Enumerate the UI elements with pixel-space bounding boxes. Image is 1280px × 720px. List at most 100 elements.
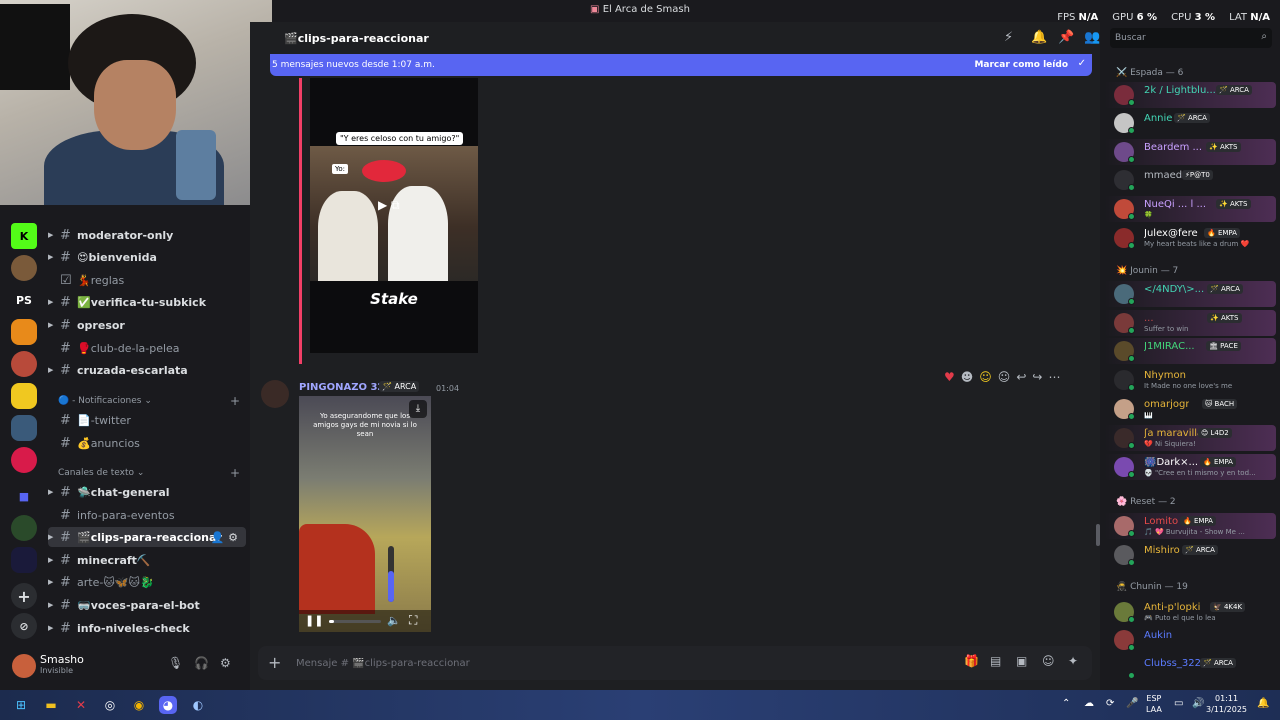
server-icon-7[interactable] xyxy=(11,415,37,441)
channel-arte[interactable]: ▶ # arte-🐱🦋🐱🐉 xyxy=(48,572,246,592)
member-item[interactable]: Julex@fere 🔥 EMPA My heart beats like a dr… xyxy=(1104,225,1276,251)
download-icon[interactable]: ⤓ xyxy=(409,400,427,418)
member-item[interactable]: Mishiro 🪄 ARCA xyxy=(1104,542,1276,568)
channel-clips-para-reaccionar[interactable]: ▶ # 🎬clips-para-reaccionar 👤 ⚙ xyxy=(48,527,246,547)
emoji-icon[interactable]: ☺ xyxy=(1042,654,1055,668)
gif-icon[interactable]: ▤ xyxy=(990,654,1001,668)
member-item[interactable]: Clubss_322 🪄 ARCA xyxy=(1104,655,1276,681)
pause-icon[interactable]: ❚❚ xyxy=(305,614,323,627)
chevron-up-icon[interactable]: ⌃ xyxy=(1062,698,1070,709)
new-messages-banner[interactable]: 5 mensajes nuevos desde 1:07 a.m. Marcar… xyxy=(270,54,1092,76)
file-explorer-icon[interactable]: ▬ xyxy=(42,696,60,714)
add-channel-icon[interactable]: + xyxy=(230,466,240,480)
server-icon-9[interactable] xyxy=(11,515,37,541)
clock[interactable]: 01:11 3/11/2025 xyxy=(1206,693,1247,715)
channel-club-de-la-pelea[interactable]: # 🥊club-de-la-pelea xyxy=(48,338,246,358)
windows-start-icon[interactable]: ⊞ xyxy=(12,696,30,714)
members-icon[interactable]: 👥 xyxy=(1084,30,1100,45)
heart-reaction-icon[interactable]: ♥ xyxy=(944,370,955,384)
video-attachment-2[interactable]: Yo asegurandome que los amigos gays de m… xyxy=(299,396,431,632)
channel-minecraft[interactable]: ▶ # minecraft⛏️ xyxy=(48,550,246,570)
forward-icon[interactable]: ↪ xyxy=(1032,370,1042,384)
speaker-icon[interactable]: 🔊 xyxy=(1192,698,1204,709)
volume-icon[interactable]: 🔈 xyxy=(387,614,401,627)
search-input[interactable] xyxy=(1115,31,1245,45)
member-item[interactable]: omarjogr 🐱 BACH 🎹 xyxy=(1104,396,1276,422)
more-icon[interactable]: ⋯ xyxy=(1048,370,1060,384)
invite-icon[interactable]: 👤 xyxy=(211,531,225,544)
member-item[interactable]: </4NDY\>... 🪄 ARCA xyxy=(1104,281,1276,307)
user-name[interactable]: Smasho xyxy=(40,653,84,666)
add-server-icon[interactable]: + xyxy=(11,583,37,609)
channel-cruzada-escarlata[interactable]: ▶ # cruzada-escarlata xyxy=(48,360,246,380)
pin-icon[interactable]: 📌 xyxy=(1058,30,1074,45)
mic-tray-icon[interactable]: 🎤 xyxy=(1126,698,1138,709)
message-input[interactable] xyxy=(296,654,896,672)
channel-info-niveles-check[interactable]: ▶ # info-niveles-check xyxy=(48,618,246,638)
channel-reglas[interactable]: ☑ 💃reglas xyxy=(48,270,246,290)
apps-icon[interactable]: ✦ xyxy=(1068,654,1078,668)
member-item[interactable]: Anti-p'lopki 🦅 4K4K 🎮 Puto el que lo lea xyxy=(1104,599,1276,625)
discover-icon[interactable]: ⊘ xyxy=(11,613,37,639)
member-item[interactable]: Lomito 🔥 EMPA 🎵 💖 Burvujita - Show Me ... xyxy=(1104,513,1276,539)
capcut-icon[interactable]: ✕ xyxy=(72,696,90,714)
github-icon[interactable]: ◎ xyxy=(101,696,119,714)
server-icon-10[interactable] xyxy=(11,547,37,573)
scrollbar[interactable] xyxy=(1096,524,1100,546)
channel-verifica[interactable]: ▶ # ✅verifica-tu-subkick xyxy=(48,292,246,312)
server-icon-6[interactable] xyxy=(11,383,37,409)
bell-icon[interactable]: 🔔 xyxy=(1031,30,1047,45)
server-icon-4[interactable] xyxy=(11,319,37,345)
steam-icon[interactable]: ◐ xyxy=(189,696,207,714)
reply-icon[interactable]: ↩ xyxy=(1016,370,1026,384)
avatar[interactable] xyxy=(12,654,36,678)
channel-moderator-only[interactable]: ▶ # moderator-only xyxy=(48,225,246,245)
add-reaction-icon[interactable]: ☺ xyxy=(998,370,1011,384)
gift-icon[interactable]: 🎁 xyxy=(964,654,979,668)
server-icon-2[interactable] xyxy=(11,255,37,281)
server-ps[interactable]: PS xyxy=(11,287,37,313)
volume-slider[interactable] xyxy=(388,546,394,602)
progress-bar[interactable] xyxy=(329,620,381,623)
category-canales-de-texto[interactable]: Canales de texto ⌄ + xyxy=(58,466,240,480)
channel-bienvenida[interactable]: ▶ # 😍bienvenida xyxy=(48,247,246,267)
server-kick[interactable]: K xyxy=(11,223,37,249)
channel-anuncios[interactable]: # 💰anuncios xyxy=(48,433,246,453)
fullscreen-icon[interactable]: ⛶ xyxy=(409,613,417,628)
folder-icon[interactable]: ■ xyxy=(11,483,37,509)
channel-twitter[interactable]: # 📄-twitter xyxy=(48,410,246,430)
headphones-icon[interactable]: 🎧 xyxy=(194,656,209,670)
member-item[interactable]: mmaed ⚡P@T0 xyxy=(1104,167,1276,193)
member-item[interactable]: Nhymon It Made no one love's me xyxy=(1104,367,1276,393)
member-item[interactable]: ʃa maravilla 😊 L4D2 💔 Ni Siquiera! xyxy=(1104,425,1276,451)
member-item[interactable]: ... ✨ AKTS Suffer to win xyxy=(1104,310,1276,336)
member-item[interactable]: 2k / Lightblu... 🪄 ARCA xyxy=(1104,82,1276,108)
message-author[interactable]: PINGONAZO 322 xyxy=(299,382,391,393)
member-item[interactable]: Aukin xyxy=(1104,627,1276,653)
laugh-reaction-icon[interactable]: ☺ xyxy=(979,370,992,384)
mark-read-button[interactable]: Marcar como leído xyxy=(974,60,1068,70)
discord-icon[interactable]: ◕ xyxy=(159,696,177,714)
member-item[interactable]: Beardem ... ✨ AKTS xyxy=(1104,139,1276,165)
chrome-icon[interactable]: ◉ xyxy=(130,696,148,714)
avatar[interactable] xyxy=(261,380,289,408)
sync-icon[interactable]: ⟳ xyxy=(1106,698,1114,709)
channel-chat-general[interactable]: ▶ # 🛸chat-general xyxy=(48,482,246,502)
member-item[interactable]: Annie 🪄 ARCA xyxy=(1104,110,1276,136)
microphone-icon[interactable]: 🎙 xyxy=(168,656,183,670)
notification-icon[interactable]: 🔔 xyxy=(1257,698,1269,709)
reaction-icon[interactable]: ☻ xyxy=(961,370,974,384)
threads-icon[interactable]: ⚡ xyxy=(1004,30,1013,45)
video-attachment-1[interactable]: "Y eres celoso con tu amigo?" Yo: ▶ ⧉ St… xyxy=(310,78,478,353)
language-indicator[interactable]: ESP LAA xyxy=(1146,693,1162,715)
sticker-icon[interactable]: ▣ xyxy=(1016,654,1027,668)
network-icon[interactable]: ▭ xyxy=(1174,698,1183,709)
member-item[interactable]: NueQi ... l ... ✨ AKTS 🍀 xyxy=(1104,196,1276,222)
gear-icon[interactable]: ⚙ xyxy=(228,531,238,544)
server-icon-8[interactable] xyxy=(11,447,37,473)
member-item[interactable]: J1MIRAC... 🏛 PACE xyxy=(1104,338,1276,364)
gear-icon[interactable]: ⚙ xyxy=(220,656,231,670)
add-channel-icon[interactable]: + xyxy=(230,394,240,408)
channel-info-para-eventos[interactable]: # info-para-eventos xyxy=(48,505,246,525)
play-icon[interactable]: ▶ ⧉ xyxy=(378,198,400,213)
